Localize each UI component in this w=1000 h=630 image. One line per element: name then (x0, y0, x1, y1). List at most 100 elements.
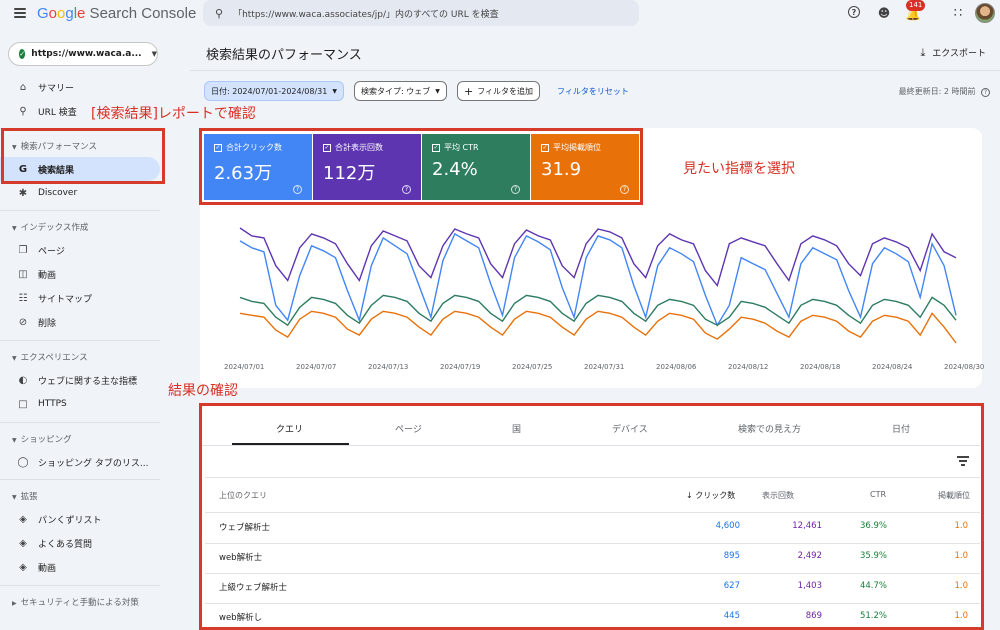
layers-icon: ◈ (19, 537, 27, 549)
x-tick-label: 2024/07/01 (224, 363, 265, 371)
sidebar-item-label: 削除 (38, 318, 57, 329)
annotation-report: [検索結果]レポートで確認 (91, 106, 256, 122)
x-tick-label: 2024/07/07 (296, 363, 337, 371)
top-bar: Google Search Console ⚲ 「https://www.wac… (0, 0, 1000, 30)
app-logo[interactable]: Google Search Console (37, 5, 196, 22)
sidebar-item-label: サマリー (38, 83, 75, 94)
search-placeholder: 「https://www.waca.associates/jp/」内のすべての … (233, 9, 499, 20)
expand-arrow-icon: ▶ (12, 600, 17, 607)
sidebar-item-faq[interactable]: ◈ よくある質問 (0, 531, 160, 555)
collapse-arrow-icon: ▼ (12, 225, 17, 232)
sidebar-item-label: パンくずリスト (38, 515, 102, 526)
verified-check-icon: ✓ (19, 49, 26, 59)
chevron-down-icon: ▼ (151, 50, 157, 58)
sidebar-item-removals[interactable]: ⊘ 削除 (0, 310, 160, 334)
sidebar-item-breadcrumbs[interactable]: ◈ パンくずリスト (0, 507, 160, 531)
x-tick-label: 2024/08/24 (872, 363, 913, 371)
sidebar-item-label: Discover (38, 188, 78, 198)
sidebar-item-label: URL 検査 (38, 107, 77, 118)
annotation-check-results: 結果の確認 (168, 383, 238, 399)
help-icon[interactable]: ? (981, 88, 990, 97)
menu-icon[interactable] (14, 7, 26, 19)
sidebar-divider (0, 585, 160, 586)
sidebar-item-label: よくある質問 (38, 539, 93, 550)
sidebar-item-label: HTTPS (38, 399, 67, 409)
layers-icon: ◈ (19, 513, 27, 525)
sidebar-item-video-ext[interactable]: ◈ 動画 (0, 555, 160, 579)
tag-icon: ◯ (17, 456, 29, 468)
sidebar-item-summary[interactable]: ⌂ サマリー (0, 75, 160, 99)
export-label: エクスポート (932, 49, 986, 59)
x-tick-label: 2024/08/18 (800, 363, 841, 371)
date-filter-label: 日付: 2024/07/01-2024/08/31 (211, 86, 328, 96)
sidebar-item-label: サイトマップ (38, 294, 93, 305)
chevron-down-icon: ▼ (435, 87, 440, 95)
sidebar-divider (0, 210, 160, 211)
collapse-arrow-icon: ▼ (12, 437, 17, 444)
download-icon: ⤓ (920, 46, 926, 59)
sidebar-item-label: 動画 (38, 563, 57, 574)
layers-icon: ◈ (19, 561, 27, 573)
highlight-box-table (199, 403, 984, 630)
sidebar-section-experience[interactable]: ▼ エクスペリエンス (12, 351, 88, 363)
add-filter-button[interactable]: + フィルタを追加 (457, 81, 541, 101)
sidebar-item-sitemaps[interactable]: ☷ サイトマップ (0, 286, 160, 310)
sidebar-section-security[interactable]: ▶ セキュリティと手動による対策 (12, 596, 139, 608)
sidebar-item-label: ページ (38, 246, 65, 257)
pages-icon: ❐ (18, 244, 28, 256)
sidebar-item-label: 動画 (38, 270, 57, 281)
sitemap-icon: ☷ (18, 292, 28, 304)
x-tick-label: 2024/07/19 (440, 363, 481, 371)
sidebar-section-index[interactable]: ▼ インデックス作成 (12, 221, 88, 233)
highlight-box-sidebar (1, 128, 165, 184)
last-updated: 最終更新日: 2 時間前 ? (899, 86, 990, 97)
gauge-icon: ◐ (18, 374, 28, 386)
reset-filters-link[interactable]: フィルタをリセット (557, 86, 629, 97)
date-filter-chip[interactable]: 日付: 2024/07/01-2024/08/31 ▼ (204, 81, 344, 101)
help-icon[interactable]: ? (848, 6, 860, 18)
sidebar-item-label: ウェブに関する主な指標 (38, 376, 138, 387)
sidebar-item-https[interactable]: □ HTTPS (0, 392, 160, 416)
property-url: https://www.waca.a... (31, 49, 142, 59)
x-tick-label: 2024/08/12 (728, 363, 769, 371)
search-icon: ⚲ (215, 6, 224, 20)
sidebar-section-extensions[interactable]: ▼ 拡張 (12, 490, 38, 502)
x-tick-label: 2024/08/06 (656, 363, 697, 371)
x-tick-label: 2024/07/25 (512, 363, 553, 371)
plus-icon: + (464, 84, 474, 98)
chevron-down-icon: ▼ (332, 87, 337, 95)
sidebar-item-shopping-tab[interactable]: ◯ ショッピング タブのリス... (0, 450, 160, 474)
sidebar-item-pages[interactable]: ❐ ページ (0, 238, 160, 262)
x-tick-label: 2024/07/31 (584, 363, 625, 371)
add-filter-label: フィルタを追加 (477, 86, 534, 96)
sidebar-divider (0, 422, 160, 423)
sidebar-divider (0, 479, 160, 480)
sidebar-divider (0, 340, 160, 341)
search-type-chip[interactable]: 検索タイプ: ウェブ ▼ (354, 81, 447, 101)
sidebar-item-core-web-vitals[interactable]: ◐ ウェブに関する主な指標 (0, 368, 160, 392)
sidebar-section-shopping[interactable]: ▼ ショッピング (12, 433, 72, 445)
page-title: 検索結果のパフォーマンス (206, 48, 362, 63)
x-tick-label: 2024/08/30 (944, 363, 985, 371)
annotation-select-metric: 見たい指標を選択 (683, 161, 795, 177)
url-inspect-search[interactable]: ⚲ 「https://www.waca.associates/jp/」内のすべて… (203, 0, 639, 26)
people-settings-icon[interactable]: ☻ (876, 5, 892, 21)
property-selector[interactable]: ✓ https://www.waca.a... ▼ (8, 42, 158, 66)
apps-grid-icon[interactable]: ∷ (950, 5, 966, 21)
sidebar-item-discover[interactable]: ✱ Discover (0, 181, 160, 205)
collapse-arrow-icon: ▼ (12, 494, 17, 501)
collapse-arrow-icon: ▼ (12, 355, 17, 362)
video-icon: ◫ (18, 268, 28, 280)
home-icon: ⌂ (19, 81, 27, 93)
highlight-box-metrics (199, 128, 643, 205)
avatar[interactable] (975, 3, 995, 23)
eye-off-icon: ⊘ (18, 316, 28, 328)
search-type-label: 検索タイプ: ウェブ (361, 86, 431, 96)
asterisk-icon: ✱ (18, 187, 28, 199)
sidebar-item-videos[interactable]: ◫ 動画 (0, 262, 160, 286)
x-tick-label: 2024/07/13 (368, 363, 409, 371)
header-divider (190, 70, 1000, 71)
search-icon: ⚲ (19, 105, 27, 117)
export-button[interactable]: ⤓ エクスポート (921, 46, 986, 60)
notification-count-badge: 141 (906, 0, 926, 11)
